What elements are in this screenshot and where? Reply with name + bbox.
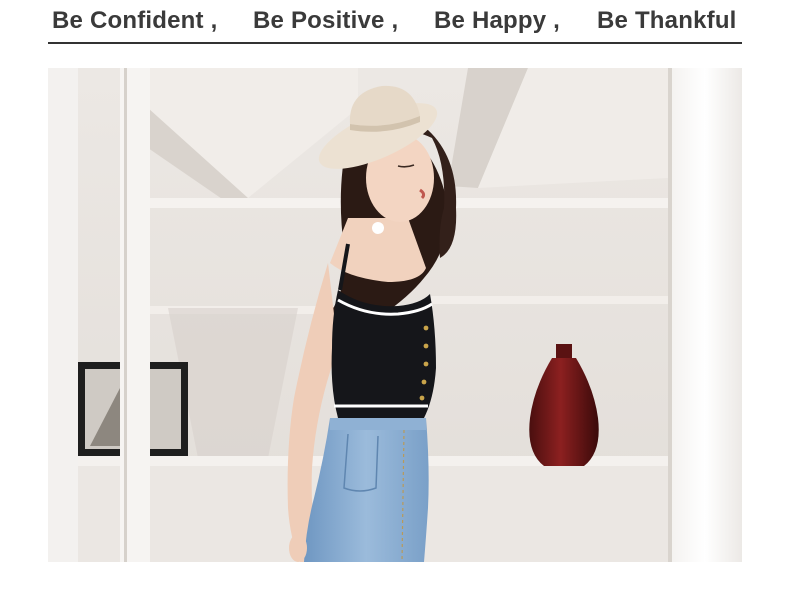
model-photo-icon: [48, 68, 742, 562]
window-frame-left: [48, 68, 78, 562]
waistband: [330, 418, 426, 430]
slogan-positive: Be Positive ,: [253, 7, 399, 34]
product-photo: [48, 68, 742, 562]
earring: [372, 222, 384, 234]
right-shelf: [428, 296, 668, 304]
hand: [289, 534, 307, 562]
slogan-header: Be Confident , Be Positive , Be Happy , …: [48, 4, 742, 44]
slogan-happy: Be Happy ,: [434, 7, 561, 34]
slogan-thankful: Be Thankful: [597, 7, 737, 34]
slogan-confident: Be Confident ,: [52, 7, 218, 34]
curtain-right: [668, 68, 742, 562]
